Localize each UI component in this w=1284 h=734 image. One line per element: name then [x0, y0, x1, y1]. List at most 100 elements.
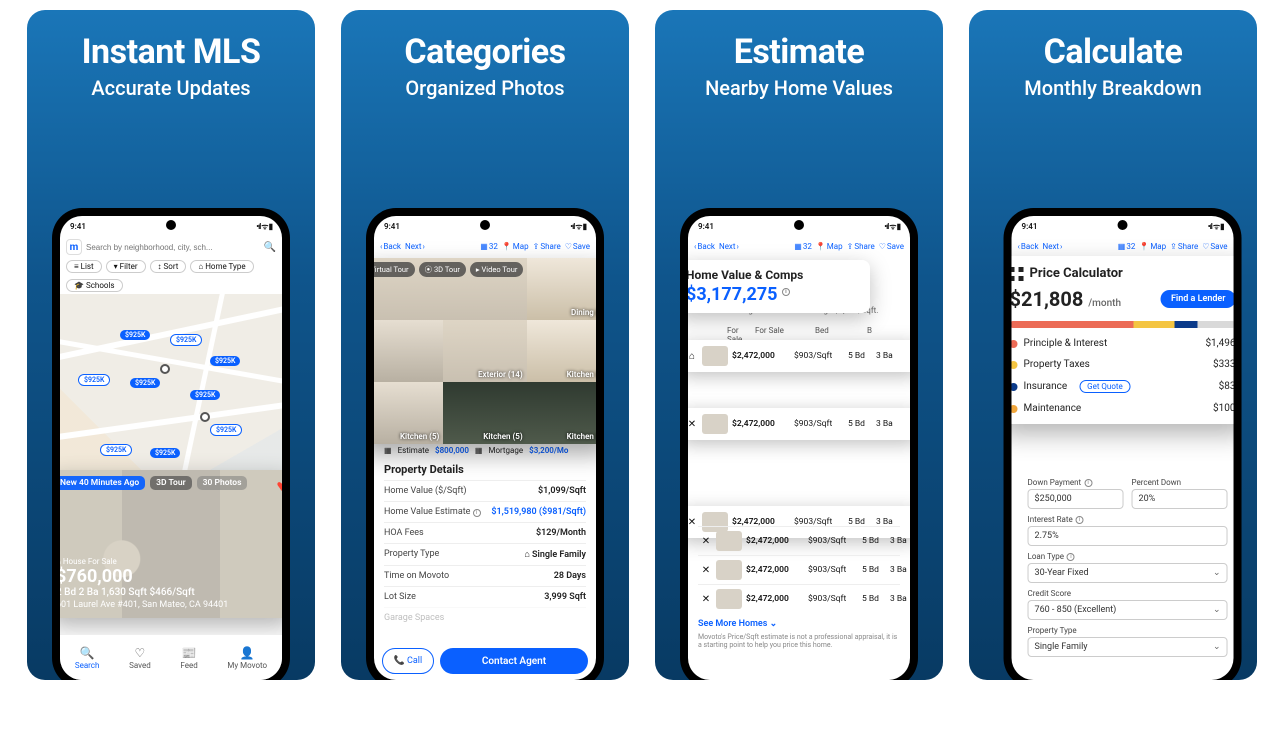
panel-subtitle: Organized Photos: [341, 76, 629, 100]
favorite-icon[interactable]: ♥: [277, 476, 283, 496]
info-icon[interactable]: i: [1067, 553, 1075, 561]
virtual-tour-chip[interactable]: Virtual Tour: [374, 262, 415, 277]
property-type-select[interactable]: Single Family⌄: [1028, 637, 1228, 657]
map-dot[interactable]: [200, 412, 210, 422]
phone-icon: 📞: [394, 656, 405, 666]
close-icon[interactable]: ✕: [688, 419, 700, 430]
comp-row[interactable]: ✕ $2,472,000 $903/Sqft 5 Bd 3 Ba: [698, 526, 900, 555]
tab-saved[interactable]: ♡ Saved: [129, 646, 151, 670]
panel-title: Instant MLS: [27, 10, 315, 72]
schools-chip[interactable]: 🎓 Schools: [66, 279, 123, 292]
close-icon[interactable]: ✕: [698, 565, 714, 576]
photos-badge: 30 Photos: [197, 476, 248, 490]
video-tour-chip[interactable]: ▸ Video Tour: [470, 262, 524, 277]
3d-tour-chip[interactable]: ⦿ 3D Tour: [419, 262, 466, 277]
price-pin[interactable]: $925K: [120, 330, 150, 340]
panel-title: Categories: [341, 10, 629, 72]
breakdown-bar: [1012, 321, 1234, 328]
status-time: 9:41: [1022, 222, 1038, 231]
back-button[interactable]: ‹ Back: [694, 242, 715, 251]
price-pin[interactable]: $925K: [100, 444, 132, 456]
call-button[interactable]: 📞 Call: [382, 648, 434, 674]
share-icon[interactable]: ⇪Share: [1170, 242, 1198, 251]
tab-profile[interactable]: 👤 My Movoto: [227, 646, 267, 670]
price-pin[interactable]: $925K: [150, 448, 180, 458]
gallery-label: Kitchen (5): [567, 370, 596, 379]
comp-row[interactable]: ✕ $2,472,000 $903/Sqft 5 Bd 3 Ba: [698, 555, 900, 584]
search-icon[interactable]: 🔍: [264, 242, 276, 253]
home-icon: ⌂: [688, 351, 700, 362]
get-quote-button[interactable]: Get Quote: [1079, 380, 1131, 393]
photo-count[interactable]: ▦ 32: [794, 242, 812, 251]
save-icon[interactable]: ♡Save: [879, 242, 904, 251]
phone-mock: 9:41 ‹ Back Next › ▦ 32 📍Map ⇪Share ♡Sav…: [366, 208, 604, 680]
save-icon[interactable]: ♡Save: [565, 242, 590, 251]
find-lender-button[interactable]: Find a Lender: [1161, 290, 1234, 308]
hometype-chip[interactable]: ⌂ Home Type: [190, 260, 253, 273]
loan-type-select[interactable]: 30-Year Fixed⌄: [1028, 563, 1228, 583]
price-pin[interactable]: $925K: [210, 356, 240, 366]
back-button[interactable]: ‹ Back: [1018, 242, 1039, 251]
listing-card[interactable]: New 40 Minutes Ago 3D Tour 30 Photos ♥ ⌂…: [60, 470, 282, 618]
percent-down-input[interactable]: 20%: [1132, 489, 1228, 509]
next-button[interactable]: Next ›: [719, 242, 739, 251]
map-icon[interactable]: 📍Map: [816, 242, 843, 251]
share-icon[interactable]: ⇪Share: [847, 242, 875, 251]
see-more-link[interactable]: See More Homes ⌄: [698, 619, 900, 629]
close-icon[interactable]: ✕: [698, 594, 714, 605]
filter-chip[interactable]: ▾ Filter: [106, 260, 146, 273]
detail-row: HOA Fees$129/Month: [384, 522, 586, 543]
app-logo[interactable]: m: [66, 239, 82, 255]
calculator-card: Price Calculator $21,808 /month Find a L…: [1012, 256, 1234, 424]
next-button[interactable]: Next ›: [405, 242, 425, 251]
photo-gallery[interactable]: Virtual Tour ⦿ 3D Tour ▸ Video Tour Dini…: [374, 258, 596, 444]
panel-subtitle: Nearby Home Values: [655, 76, 943, 100]
save-icon[interactable]: ♡Save: [1202, 242, 1227, 251]
next-button[interactable]: Next ›: [1043, 242, 1063, 251]
price-pin[interactable]: $925K: [210, 424, 242, 436]
back-button[interactable]: ‹ Back: [380, 242, 401, 251]
details-title: Property Details: [384, 463, 586, 476]
map[interactable]: $925K $925K $925K $925K $925K $925K $925…: [60, 294, 282, 494]
detail-row: Home Value Estimate i $1,519,980 ($981/S…: [384, 501, 586, 522]
list-chip[interactable]: ≡ List: [66, 260, 102, 273]
map-dot[interactable]: [160, 364, 170, 374]
close-icon[interactable]: ✕: [698, 536, 714, 547]
detail-row: Lot Size3,999 Sqft: [384, 586, 586, 607]
listing-facts: 2 Bd 2 Ba 1,630 Sqft $466/Sqft: [60, 587, 228, 598]
down-payment-input[interactable]: $250,000: [1028, 489, 1124, 509]
chevron-down-icon: ⌄: [770, 619, 778, 629]
tab-search[interactable]: 🔍 Search: [75, 646, 100, 670]
info-icon[interactable]: i: [1084, 479, 1092, 487]
comp-row[interactable]: ✕ $2,472,000 $903/Sqft 5 Bd 3 Ba: [688, 408, 910, 440]
price-pin[interactable]: $925K: [170, 334, 202, 346]
comps-list: ✕ $2,472,000 $903/Sqft 5 Bd 3 Ba ✕ $2,47…: [698, 526, 900, 650]
contact-agent-button[interactable]: Contact Agent: [440, 648, 588, 674]
price-pin[interactable]: $925K: [130, 378, 160, 388]
detail-row: Garage Spaces: [384, 607, 586, 628]
phone-mock: 9:41 m 🔍 ≡ List ▾ Filter ↕ Sort ⌂ Home T…: [52, 208, 290, 680]
tab-feed[interactable]: 📰 Feed: [180, 646, 197, 670]
info-icon[interactable]: i: [782, 288, 790, 296]
interest-rate-input[interactable]: 2.75%: [1028, 526, 1228, 546]
gallery-label: Kitchen (5): [483, 432, 522, 441]
search-input[interactable]: [86, 239, 260, 255]
info-icon[interactable]: i: [473, 509, 481, 517]
map-icon[interactable]: 📍Map: [502, 242, 529, 251]
map-icon[interactable]: 📍Map: [1139, 242, 1166, 251]
detail-row: Home Value ($/Sqft)$1,099/Sqft: [384, 480, 586, 501]
credit-score-select[interactable]: 760 - 850 (Excellent)⌄: [1028, 600, 1228, 620]
share-icon[interactable]: ⇪Share: [533, 242, 561, 251]
graduation-icon: 🎓: [74, 281, 84, 290]
heart-icon: ♡: [135, 646, 146, 660]
comp-row[interactable]: ✕ $2,472,000 $903/Sqft 5 Bd 3 Ba: [698, 584, 900, 613]
price-pin[interactable]: $925K: [78, 374, 110, 386]
mortgage-value: $3,200/Mo: [529, 446, 568, 455]
promo-panel-4: Calculate Monthly Breakdown 9:41 ‹ Back …: [969, 10, 1257, 680]
photo-count[interactable]: ▦ 32: [480, 242, 498, 251]
price-pin[interactable]: $925K: [190, 390, 220, 400]
photo-count[interactable]: ▦ 32: [1118, 242, 1136, 251]
comp-row[interactable]: ⌂ $2,472,000 $903/Sqft 5 Bd 3 Ba: [688, 340, 910, 372]
info-icon[interactable]: i: [1076, 516, 1084, 524]
sort-chip[interactable]: ↕ Sort: [150, 260, 187, 273]
